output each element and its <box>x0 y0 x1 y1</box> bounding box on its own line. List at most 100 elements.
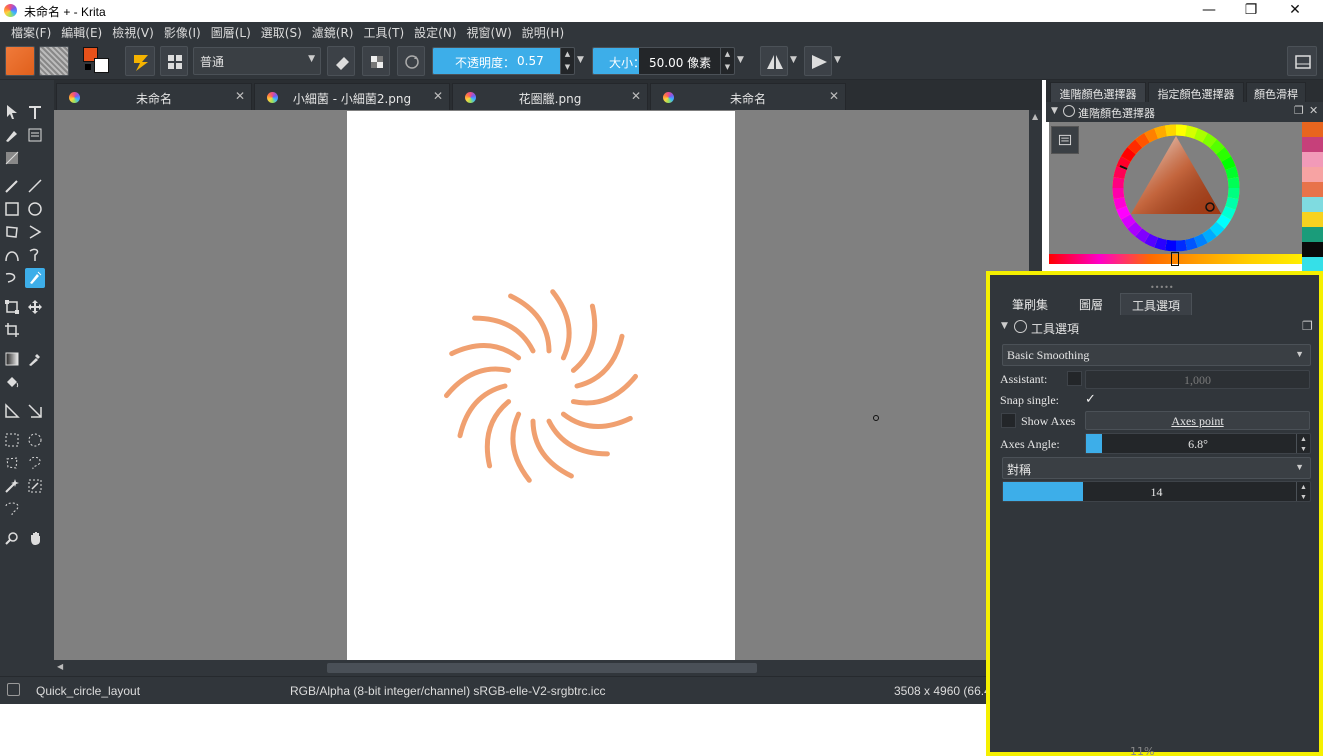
measure-tool-icon[interactable] <box>25 401 45 421</box>
eraser-toggle-button[interactable] <box>327 46 355 76</box>
scroll-left-icon[interactable]: ◀ <box>57 662 63 671</box>
collapse-icon[interactable]: ▼ <box>1001 321 1008 331</box>
line-tool-icon[interactable] <box>25 176 45 196</box>
mirror-h-menu-icon[interactable]: ▼ <box>790 55 797 65</box>
color-swatch[interactable] <box>1302 167 1323 182</box>
menu-edit[interactable]: 編輯(E) <box>56 22 107 42</box>
pattern-preset-button[interactable] <box>39 46 69 76</box>
calligraphy-icon[interactable] <box>2 125 22 145</box>
horizontal-scrollbar[interactable]: ◀ <box>54 660 1029 676</box>
scroll-up-icon[interactable]: ▲ <box>1032 112 1038 121</box>
menu-help[interactable]: 說明(H) <box>517 22 569 42</box>
dockers-menu-button[interactable] <box>1287 46 1317 76</box>
color-swatch[interactable] <box>1302 242 1323 257</box>
float-docker-icon[interactable]: ❐ <box>1302 319 1313 333</box>
restore-button[interactable]: ❐ <box>1228 0 1274 22</box>
polygon-select-icon[interactable] <box>2 453 22 473</box>
menu-image[interactable]: 影像(I) <box>159 22 206 42</box>
mirror-vertical-button[interactable] <box>804 46 832 76</box>
color-swatch[interactable] <box>1302 182 1323 197</box>
brush-count-spin-icon[interactable]: ▲ ▼ <box>1296 482 1310 501</box>
crop-tool-icon[interactable] <box>2 320 22 340</box>
collapse-icon[interactable]: ▼ <box>1051 106 1058 116</box>
close-tab-icon[interactable]: ✕ <box>235 89 245 103</box>
move-tool-icon[interactable] <box>25 297 45 317</box>
color-swatch[interactable] <box>1302 122 1323 137</box>
pan-tool-icon[interactable] <box>25 528 45 548</box>
opacity-menu-icon[interactable]: ▼ <box>577 55 584 65</box>
opacity-slider[interactable]: 不透明度： 0.57 ▲ ▼ <box>432 47 575 75</box>
minimize-button[interactable]: — <box>1186 0 1232 22</box>
smoothing-select[interactable]: Basic Smoothing ▼ <box>1002 344 1311 366</box>
advanced-color-selector[interactable] <box>1049 122 1302 262</box>
text-tool-icon[interactable] <box>25 102 45 122</box>
size-menu-icon[interactable]: ▼ <box>737 55 744 65</box>
brush-count-slider[interactable]: 14 ▲ ▼ <box>1002 481 1311 502</box>
ellipse-select-icon[interactable] <box>25 430 45 450</box>
close-button[interactable]: ✕ <box>1272 0 1318 22</box>
tab-advanced-color[interactable]: 進階顏色選擇器 <box>1050 82 1146 102</box>
color-swatch[interactable] <box>1302 212 1323 227</box>
tab-specific-color[interactable]: 指定顏色選擇器 <box>1148 82 1244 102</box>
docker-lock-icon[interactable] <box>1014 320 1027 333</box>
show-axes-checkbox[interactable] <box>1001 413 1016 428</box>
color-swatch[interactable] <box>1302 152 1323 167</box>
menu-select[interactable]: 選取(S) <box>256 22 307 42</box>
axes-angle-spin-icon[interactable]: ▲ ▼ <box>1296 434 1310 453</box>
docker-drag-handle[interactable]: ••••• <box>1150 283 1174 292</box>
symmetry-mode-select[interactable]: 對稱 ▼ <box>1002 457 1311 479</box>
close-tab-icon[interactable]: ✕ <box>433 89 443 103</box>
color-swatch[interactable] <box>1302 227 1323 242</box>
mirror-horizontal-button[interactable] <box>760 46 788 76</box>
gradient-preset-button[interactable] <box>5 46 35 76</box>
menu-filter[interactable]: 濾鏡(R) <box>307 22 359 42</box>
workspace-grid-button[interactable] <box>160 46 188 76</box>
multibrush-tool-icon[interactable] <box>25 268 45 288</box>
tab-document-4[interactable]: 未命名 ✕ <box>650 83 846 110</box>
tab-document-3[interactable]: 花圈臘.png ✕ <box>452 83 648 110</box>
tab-layers[interactable]: 圖層 <box>1064 293 1118 315</box>
scrollbar-thumb[interactable] <box>327 663 757 673</box>
assistant-magnetism-slider[interactable]: 1,000 <box>1085 370 1310 389</box>
brush-preset-button[interactable] <box>125 46 155 76</box>
hue-slider-bar[interactable] <box>1049 252 1302 266</box>
magic-wand-icon[interactable] <box>2 476 22 496</box>
canvas-area[interactable] <box>54 110 1029 660</box>
menu-view[interactable]: 檢視(V) <box>107 22 159 42</box>
bezier-select-icon[interactable] <box>2 499 22 519</box>
snap-single-checkbox[interactable]: ✓ <box>1085 392 1096 407</box>
similar-select-icon[interactable] <box>25 476 45 496</box>
bezier-tool-icon[interactable] <box>2 245 22 265</box>
menu-settings[interactable]: 設定(N) <box>409 22 461 42</box>
menu-layer[interactable]: 圖層(L) <box>206 22 256 42</box>
float-docker-icon[interactable]: ❐ <box>1294 104 1304 117</box>
reload-preset-button[interactable] <box>397 46 425 76</box>
tab-document-2[interactable]: 小細菌 - 小細菌2.png ✕ <box>254 83 450 110</box>
close-tab-icon[interactable]: ✕ <box>829 89 839 103</box>
select-shapes-icon[interactable] <box>2 102 22 122</box>
polygon-tool-icon[interactable] <box>2 222 22 242</box>
transform-tool-icon[interactable] <box>2 297 22 317</box>
color-picker-icon[interactable] <box>25 349 45 369</box>
freehand-path-icon[interactable] <box>25 245 45 265</box>
pattern-edit-icon[interactable] <box>2 148 22 168</box>
menu-tools[interactable]: 工具(T) <box>358 22 409 42</box>
menu-file[interactable]: 檔案(F) <box>6 22 56 42</box>
preserve-alpha-button[interactable] <box>362 46 390 76</box>
axes-point-button[interactable]: Axes point <box>1085 411 1310 430</box>
tab-color-sliders[interactable]: 顏色滑桿 <box>1246 82 1306 102</box>
color-swatch[interactable] <box>1302 197 1323 212</box>
tab-document-1[interactable]: 未命名 ✕ <box>56 83 252 110</box>
zoom-tool-icon[interactable] <box>2 528 22 548</box>
tab-tool-options[interactable]: 工具選項 <box>1120 293 1192 315</box>
brush-preset-icon[interactable] <box>7 683 20 696</box>
color-swatch[interactable] <box>1302 137 1323 152</box>
size-spin-icon[interactable]: ▲ ▼ <box>720 48 734 74</box>
canvas-document[interactable] <box>347 111 735 660</box>
close-docker-icon[interactable]: ✕ <box>1309 104 1318 117</box>
opacity-spin-icon[interactable]: ▲ ▼ <box>560 48 574 74</box>
freehand-select-icon[interactable] <box>25 453 45 473</box>
edit-shapes-icon[interactable] <box>25 125 45 145</box>
mirror-v-menu-icon[interactable]: ▼ <box>834 55 841 65</box>
fg-bg-color-icon[interactable] <box>83 46 111 76</box>
